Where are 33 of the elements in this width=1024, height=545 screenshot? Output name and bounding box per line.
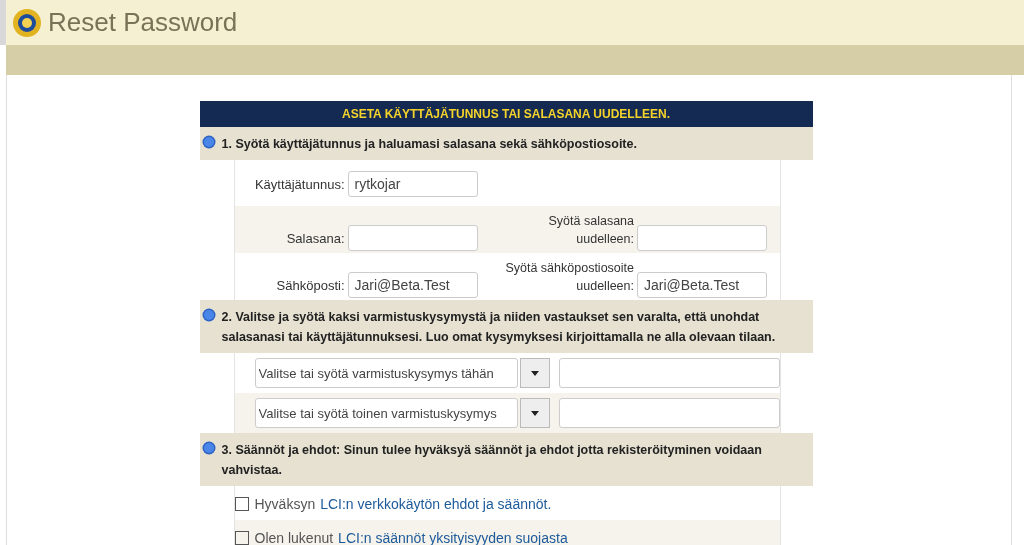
section-heading: 2. Valitse ja syötä kaksi varmistuskysymystä ja niiden vastaukset sen varalta, että unohdat salasanasi tai käyttäjätunnuksesi. Luo omat kysymyksesi kirjoittamalla ne alla olevaan tilaan. bbox=[221, 309, 777, 346]
dropdown-button[interactable] bbox=[520, 358, 551, 388]
checkbox[interactable] bbox=[234, 497, 249, 511]
section-heading: 3. Säännöt ja ehdot: Sinun tulee hyväksyä säännöt ja ehdot jotta rekisteröityminen voidaan vahvistaa. bbox=[221, 442, 763, 479]
lions-logo-icon bbox=[12, 7, 42, 38]
field-label: Käyttäjätunnus: bbox=[253, 176, 345, 194]
answer-field[interactable] bbox=[559, 358, 780, 388]
checkbox[interactable] bbox=[234, 531, 249, 545]
question-combo-field[interactable]: Valitse tai syötä toinen varmistuskysymys bbox=[254, 398, 519, 428]
email-confirm-field[interactable]: Jari@Beta.Test bbox=[637, 272, 767, 298]
help-icon[interactable] bbox=[201, 135, 216, 149]
terms-link[interactable]: LCI:n säännöt yksityisyyden suojasta bbox=[338, 530, 568, 545]
question-combo-field[interactable]: Valitse tai syötä varmistuskysymys tähän bbox=[254, 358, 519, 388]
section-heading: 1. Syötä käyttäjätunnus ja haluamasi salasana sekä sähköpostiosoite. bbox=[221, 136, 637, 153]
dropdown-button[interactable] bbox=[520, 398, 551, 428]
email-field[interactable]: Jari@Beta.Test bbox=[347, 272, 478, 298]
agreement-text: Hyväksyn bbox=[254, 496, 316, 512]
field-label: Sähköposti: bbox=[275, 277, 345, 295]
agreement-text: Olen lukenut bbox=[254, 530, 334, 545]
help-icon[interactable] bbox=[201, 308, 216, 322]
help-icon[interactable] bbox=[201, 441, 216, 455]
answer-field[interactable] bbox=[559, 398, 780, 428]
terms-link[interactable]: LCI:n verkkokäytön ehdot ja säännöt. bbox=[320, 496, 552, 512]
form-title-bar: ASETA KÄYTTÄJÄTUNNUS TAI SALASANA UUDELLEEN. bbox=[199, 101, 813, 127]
field-label: Syötä salasana uudelleen: bbox=[547, 213, 634, 248]
username-field[interactable]: rytkojar bbox=[347, 171, 478, 197]
field-label: Salasana: bbox=[285, 230, 345, 248]
caret-icon bbox=[531, 370, 540, 376]
password-field[interactable] bbox=[347, 225, 478, 251]
page-title: Reset Password bbox=[48, 7, 238, 38]
password-confirm-field[interactable] bbox=[637, 225, 767, 251]
field-label: Syötä sähköpostiosoite uudelleen: bbox=[504, 260, 634, 295]
caret-icon bbox=[531, 410, 540, 416]
